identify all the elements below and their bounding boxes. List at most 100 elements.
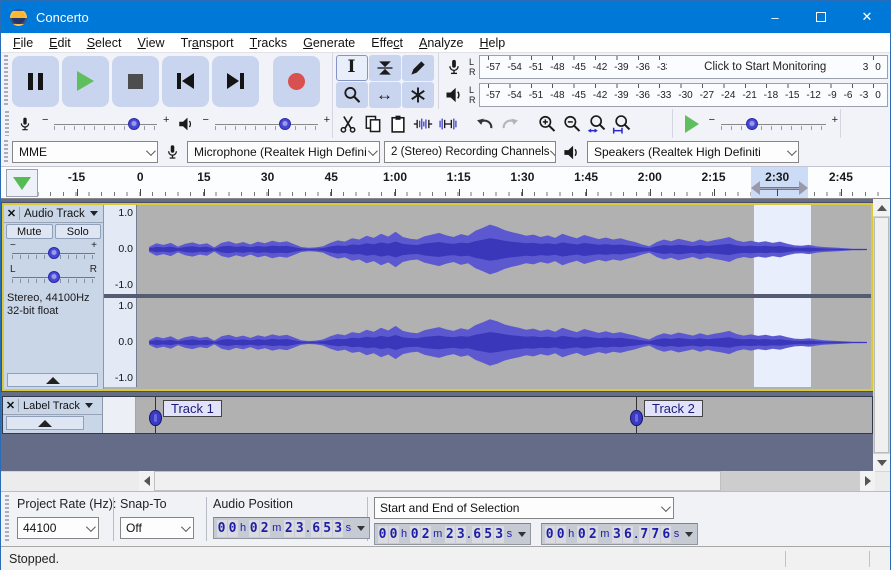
pause-button[interactable] bbox=[11, 55, 59, 107]
label-text[interactable]: Track 2 bbox=[644, 400, 703, 417]
snap-to-dropdown[interactable]: Off bbox=[120, 517, 194, 539]
waveform-right[interactable] bbox=[137, 298, 871, 387]
maximize-button[interactable] bbox=[798, 1, 844, 33]
copy-button[interactable] bbox=[361, 112, 385, 136]
audio-position-field[interactable]: 00h02m23.653s bbox=[213, 517, 371, 539]
label-track-content[interactable]: Track 1 Track 2 bbox=[136, 397, 872, 433]
label-text[interactable]: Track 1 bbox=[163, 400, 222, 417]
toolbar-grip[interactable] bbox=[2, 140, 9, 164]
time-digit[interactable]: 0 bbox=[555, 525, 566, 543]
play-button[interactable] bbox=[61, 55, 109, 107]
time-field-caret-icon[interactable] bbox=[685, 531, 694, 537]
time-digit[interactable]: 6 bbox=[472, 525, 483, 543]
waveform-left[interactable] bbox=[137, 205, 871, 294]
time-digit[interactable]: 7 bbox=[650, 525, 661, 543]
time-digit[interactable]: 0 bbox=[544, 525, 555, 543]
record-volume-slider[interactable] bbox=[54, 116, 157, 132]
time-digit[interactable]: 0 bbox=[248, 519, 259, 537]
playback-speed-thumb[interactable] bbox=[746, 117, 759, 130]
trim-audio-button[interactable] bbox=[411, 112, 435, 136]
menu-select[interactable]: Select bbox=[79, 33, 130, 53]
time-unit[interactable]: m bbox=[272, 522, 281, 534]
menu-edit[interactable]: Edit bbox=[41, 33, 79, 53]
project-rate-dropdown[interactable]: 44100 bbox=[17, 517, 99, 539]
close-button[interactable]: ✕ bbox=[844, 1, 890, 33]
time-digit[interactable]: 3 bbox=[294, 519, 305, 537]
time-digit[interactable]: 6 bbox=[311, 519, 322, 537]
play-at-speed-button[interactable] bbox=[677, 112, 707, 136]
zoom-tool-button[interactable] bbox=[335, 81, 368, 108]
time-field-caret-icon[interactable] bbox=[518, 531, 527, 537]
envelope-tool-button[interactable] bbox=[368, 54, 401, 81]
minimize-button[interactable]: – bbox=[752, 1, 798, 33]
silence-audio-button[interactable] bbox=[436, 112, 460, 136]
recording-device-dropdown[interactable]: Microphone (Realtek High Defini bbox=[187, 141, 380, 163]
toolbar-grip[interactable] bbox=[3, 111, 10, 136]
selection-end-field[interactable]: 00h02m36.776s bbox=[541, 523, 699, 545]
time-digit[interactable]: 2 bbox=[587, 525, 598, 543]
monitoring-overlay[interactable]: Click to Start Monitoring bbox=[667, 56, 864, 78]
audio-track[interactable]: ✕ Audio Track Mute Solo − + L R Stereo, … bbox=[1, 202, 874, 392]
stop-button[interactable] bbox=[111, 55, 159, 107]
menu-generate[interactable]: Generate bbox=[295, 33, 363, 53]
audio-host-dropdown[interactable]: MME bbox=[12, 141, 158, 163]
skip-to-end-button[interactable] bbox=[211, 55, 259, 107]
toolbar-grip[interactable] bbox=[2, 55, 9, 107]
time-digit[interactable]: 3 bbox=[333, 519, 344, 537]
undo-button[interactable] bbox=[473, 112, 497, 136]
vertical-scale-ruler[interactable]: 1.0 0.0 -1.0 bbox=[104, 298, 137, 387]
time-digit[interactable]: 0 bbox=[216, 519, 227, 537]
pan-thumb[interactable] bbox=[47, 271, 60, 283]
time-digit[interactable]: 0 bbox=[227, 519, 238, 537]
playback-meter-speaker-button[interactable] bbox=[441, 83, 467, 107]
zoom-out-button[interactable] bbox=[560, 112, 584, 136]
time-digit[interactable]: 6 bbox=[622, 525, 633, 543]
menu-analyze[interactable]: Analyze bbox=[411, 33, 471, 53]
time-shift-tool-button[interactable]: ↔ bbox=[368, 81, 401, 108]
scroll-right-button[interactable] bbox=[860, 471, 875, 491]
label-track[interactable]: ✕ Label Track Track 1 Track 2 bbox=[2, 396, 873, 434]
recording-meter[interactable]: -57-54-51-48-45-42-39-36-33-30-27-24-21-… bbox=[479, 55, 888, 79]
paste-button[interactable] bbox=[386, 112, 410, 136]
recording-meter-mic-button[interactable] bbox=[441, 55, 467, 79]
selection-range-dropdown[interactable]: Start and End of Selection bbox=[374, 497, 674, 519]
vertical-scale-ruler[interactable]: 1.0 0.0 -1.0 bbox=[104, 205, 137, 294]
playback-volume-slider[interactable] bbox=[214, 116, 318, 132]
vertical-scrollbar-thumb[interactable] bbox=[874, 217, 889, 453]
time-digit[interactable]: 3 bbox=[611, 525, 622, 543]
time-unit[interactable]: m bbox=[600, 528, 609, 540]
collapse-track-button[interactable] bbox=[6, 416, 84, 430]
gain-slider[interactable]: − + bbox=[4, 240, 103, 264]
time-digit[interactable]: 0 bbox=[409, 525, 420, 543]
menu-file[interactable]: File bbox=[5, 33, 41, 53]
time-unit[interactable]: s bbox=[507, 528, 513, 540]
time-digit[interactable]: 5 bbox=[322, 519, 333, 537]
timeline-ruler[interactable]: -15 0 15 30 45 1:00 1:15 1:30 1:45 2:00 2:15 2:30 2:… bbox=[1, 166, 890, 199]
scroll-left-button[interactable] bbox=[139, 471, 154, 491]
skip-to-start-button[interactable] bbox=[161, 55, 209, 107]
playback-volume-thumb[interactable] bbox=[278, 117, 291, 130]
playback-speed-slider[interactable] bbox=[721, 116, 826, 132]
label-flag-icon[interactable] bbox=[149, 410, 162, 426]
time-unit[interactable]: s bbox=[346, 522, 352, 534]
menu-tracks[interactable]: Tracks bbox=[242, 33, 296, 53]
solo-button[interactable]: Solo bbox=[54, 224, 101, 239]
record-volume-thumb[interactable] bbox=[128, 117, 141, 130]
recording-channels-dropdown[interactable]: 2 (Stereo) Recording Channels bbox=[384, 141, 556, 163]
time-digit[interactable]: 3 bbox=[494, 525, 505, 543]
zoom-to-selection-button[interactable] bbox=[585, 112, 609, 136]
draw-tool-button[interactable] bbox=[401, 54, 434, 81]
gain-thumb[interactable] bbox=[47, 247, 60, 259]
playback-device-dropdown[interactable]: Speakers (Realtek High Definiti bbox=[587, 141, 799, 163]
playback-meter[interactable]: -57 -54 -51 -48 -45 -42 -39 -36 -33 -30 -27 -24 -21-… bbox=[479, 83, 888, 107]
zoom-in-button[interactable] bbox=[535, 112, 559, 136]
time-field-caret-icon[interactable] bbox=[357, 525, 366, 531]
menu-effect[interactable]: Effe c t bbox=[363, 33, 411, 53]
vertical-scrollbar[interactable] bbox=[873, 199, 890, 471]
time-digit[interactable]: 5 bbox=[483, 525, 494, 543]
time-digit[interactable]: 2 bbox=[283, 519, 294, 537]
track-menu-button[interactable]: Audio Track bbox=[20, 208, 103, 220]
time-separator[interactable]: . bbox=[634, 527, 637, 541]
cut-button[interactable] bbox=[336, 112, 360, 136]
time-separator[interactable]: . bbox=[467, 527, 470, 541]
